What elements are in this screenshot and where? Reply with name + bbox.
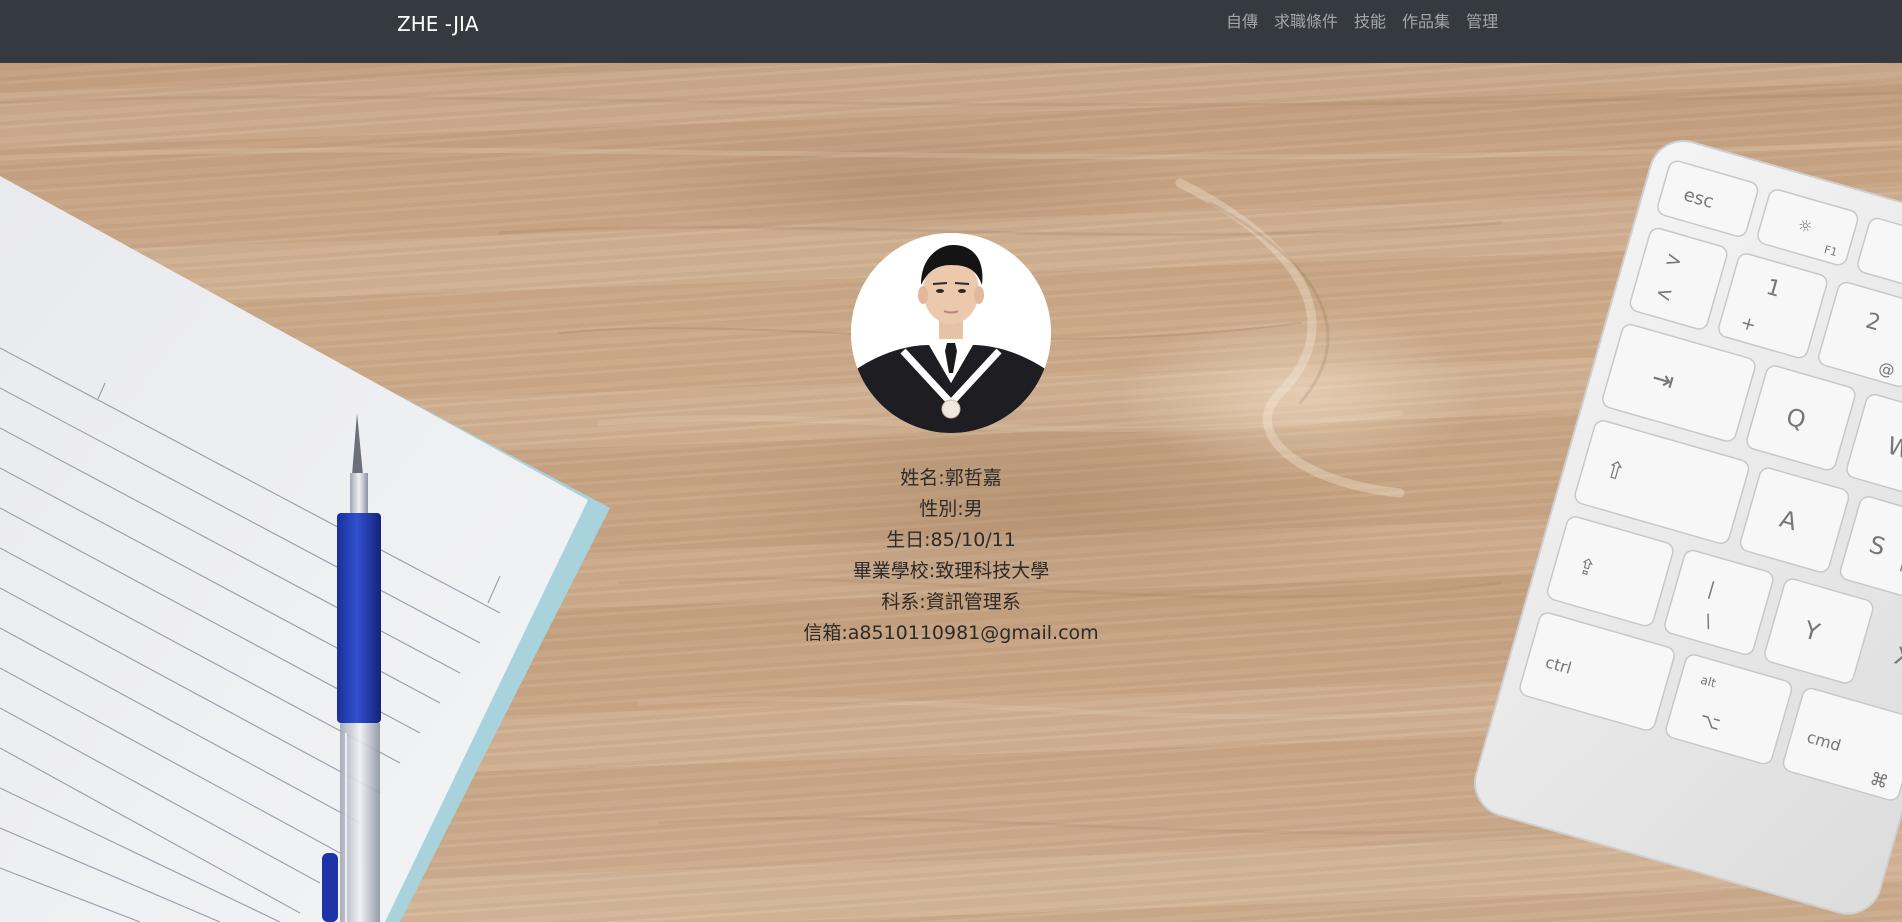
nav-item-autobiography[interactable]: 自傳 bbox=[1218, 10, 1266, 34]
profile-gender: 性別:男 bbox=[919, 498, 983, 520]
brand-link[interactable]: ZHE -JIA bbox=[397, 10, 479, 38]
profile-info: 姓名:郭哲嘉 性別:男 生日:85/10/11 畢業學校:致理科技大學 科系:資… bbox=[651, 463, 1251, 649]
keyboard: esc ☼ F1 > < 1 + 2 @ ⇥ Q W ⇧ A S ß ⇪ | \… bbox=[1474, 140, 1902, 915]
avatar-photo bbox=[851, 233, 1051, 433]
nav-item-portfolio[interactable]: 作品集 bbox=[1394, 10, 1458, 34]
profile-avatar bbox=[851, 233, 1051, 433]
notebook bbox=[0, 176, 610, 922]
nav-menu: 自傳 求職條件 技能 作品集 管理 bbox=[1218, 10, 1506, 34]
nav-item-skills[interactable]: 技能 bbox=[1346, 10, 1394, 34]
profile-department: 科系:資訊管理系 bbox=[881, 591, 1021, 613]
profile-email: 信箱:a8510110981@gmail.com bbox=[803, 622, 1099, 644]
nav-item-job-conditions[interactable]: 求職條件 bbox=[1266, 10, 1346, 34]
nav-item-admin[interactable]: 管理 bbox=[1458, 10, 1506, 34]
profile-name: 姓名:郭哲嘉 bbox=[900, 467, 1002, 489]
profile-school: 畢業學校:致理科技大學 bbox=[852, 560, 1050, 582]
top-navbar: ZHE -JIA 自傳 求職條件 技能 作品集 管理 bbox=[0, 0, 1902, 63]
profile-birthday: 生日:85/10/11 bbox=[886, 529, 1016, 551]
